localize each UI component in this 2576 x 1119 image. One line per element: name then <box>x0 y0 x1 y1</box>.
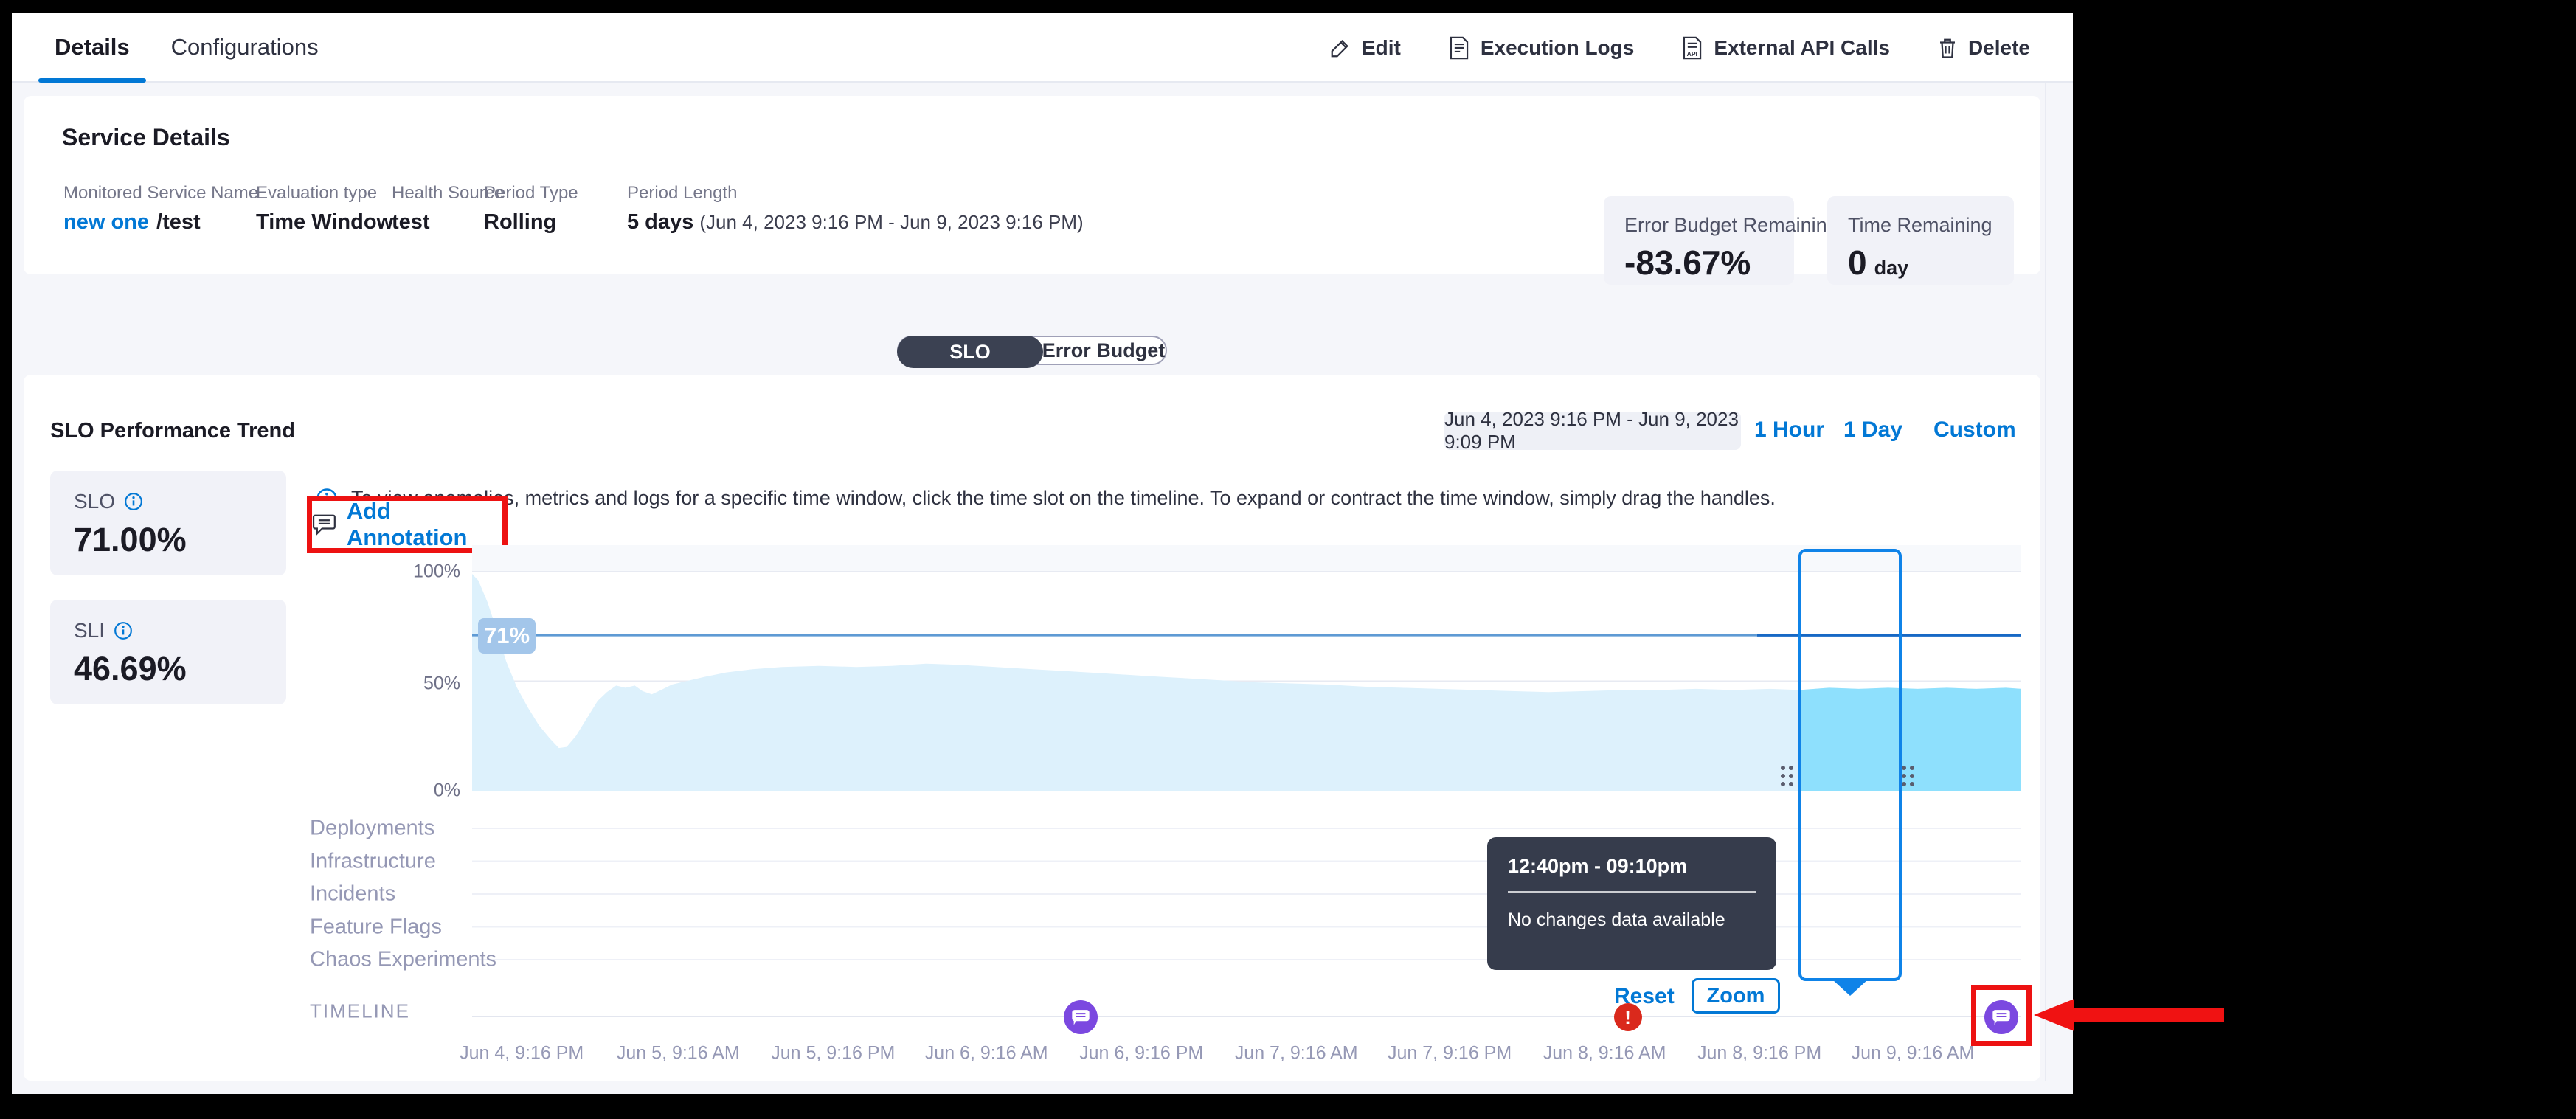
x-axis-tick: Jun 9, 9:16 AM <box>1852 1043 1975 1064</box>
field-evaluation-type: Evaluation type Time Window <box>256 183 393 235</box>
app-panel: Details Configurations Edit Execution Lo… <box>12 13 2073 1094</box>
changes-tooltip: 12:40pm - 09:10pm No changes data availa… <box>1487 837 1776 970</box>
tab-bar: Details Configurations Edit Execution Lo… <box>12 13 2073 83</box>
slo-performance-trend-card: SLO Performance Trend Jun 4, 2023 9:16 P… <box>24 375 2040 1081</box>
header-toolbar: Edit Execution Logs API External API Cal… <box>1329 13 2030 83</box>
time-remaining-box: Time Remaining 0day <box>1827 196 2014 285</box>
info-icon[interactable] <box>124 492 143 511</box>
slo-kpi-card: SLO 71.00% <box>50 471 286 575</box>
info-banner: To view anomalies, metrics and logs for … <box>316 487 1776 510</box>
x-axis-tick: Jun 7, 9:16 AM <box>1235 1043 1358 1064</box>
lane-label-infrastructure: Infrastructure <box>310 849 436 873</box>
monitored-service-link[interactable]: new one <box>63 210 149 234</box>
x-axis-tick: Jun 8, 9:16 PM <box>1697 1043 1821 1064</box>
tooltip-time-range: 12:40pm - 09:10pm <box>1508 855 1756 878</box>
target-value-badge: 71% <box>478 618 536 654</box>
red-pointer-arrow <box>2034 999 2224 1031</box>
service-details-title: Service Details <box>62 124 230 151</box>
lane-label-feature-flags: Feature Flags <box>310 915 442 939</box>
x-axis-tick: Jun 5, 9:16 AM <box>617 1043 740 1064</box>
speech-bubble-icon <box>312 512 336 537</box>
time-window-selection[interactable] <box>1798 549 1902 981</box>
trash-icon <box>1937 37 1958 59</box>
y-tick-0: 0% <box>434 780 460 802</box>
selection-right-handle[interactable] <box>1902 766 1917 789</box>
document-api-icon: API <box>1681 36 1703 60</box>
external-api-calls-button[interactable]: API External API Calls <box>1681 36 1890 60</box>
x-axis-tick: Jun 7, 9:16 PM <box>1388 1043 1512 1064</box>
x-axis-tick: Jun 8, 9:16 AM <box>1543 1043 1666 1064</box>
field-period-length: Period Length 5 days (Jun 4, 2023 9:16 P… <box>627 183 1084 235</box>
slo-errorbudget-toggle: SLO Error Budget <box>897 336 1167 365</box>
x-axis-tick: Jun 6, 9:16 PM <box>1079 1043 1203 1064</box>
execution-logs-button[interactable]: Execution Logs <box>1448 36 1634 60</box>
field-period-type: Period Type Rolling <box>484 183 578 235</box>
annotation-marker-highlight <box>1971 985 2032 1046</box>
info-icon[interactable] <box>114 621 133 640</box>
error-budget-remaining-box: Error Budget Remaining -83.67% <box>1604 196 1794 285</box>
selection-pointer <box>1832 980 1868 996</box>
svg-text:API: API <box>1687 50 1697 58</box>
zoom-button[interactable]: Zoom <box>1692 978 1780 1014</box>
x-axis-tick: Jun 6, 9:16 AM <box>925 1043 1048 1064</box>
tooltip-body: No changes data available <box>1508 910 1756 931</box>
toggle-option-slo[interactable]: SLO <box>897 336 1043 368</box>
y-tick-50: 50% <box>423 673 460 695</box>
annotation-marker-icon[interactable] <box>1064 1000 1098 1034</box>
lane-label-incidents: Incidents <box>310 882 395 907</box>
selection-left-handle[interactable] <box>1781 766 1796 789</box>
toggle-option-error-budget[interactable]: Error Budget <box>1042 337 1166 364</box>
lane-label-deployments: Deployments <box>310 817 434 841</box>
range-link-1hour[interactable]: 1 Hour <box>1754 418 1824 443</box>
tab-details[interactable]: Details <box>34 13 150 81</box>
tab-configurations[interactable]: Configurations <box>150 13 339 81</box>
timeline-label: TIMELINE <box>310 1000 410 1023</box>
range-link-custom[interactable]: Custom <box>1933 418 2016 443</box>
pencil-icon <box>1329 37 1351 59</box>
range-link-1day[interactable]: 1 Day <box>1843 418 1902 443</box>
document-icon <box>1448 36 1470 60</box>
trend-title: SLO Performance Trend <box>50 419 295 443</box>
edit-button[interactable]: Edit <box>1329 36 1401 60</box>
lane-label-chaos-experiments: Chaos Experiments <box>310 948 496 972</box>
date-range-chip[interactable]: Jun 4, 2023 9:16 PM - Jun 9, 2023 9:09 P… <box>1444 412 1741 450</box>
delete-button[interactable]: Delete <box>1937 36 2030 60</box>
sli-kpi-card: SLI 46.69% <box>50 600 286 704</box>
reset-button[interactable]: Reset <box>1614 984 1675 1009</box>
right-divider <box>2045 83 2046 1081</box>
x-axis-tick: Jun 4, 9:16 PM <box>460 1043 584 1064</box>
field-monitored-service-name: Monitored Service Name new one/test <box>63 183 258 235</box>
x-axis-tick: Jun 5, 9:16 PM <box>771 1043 895 1064</box>
slo-trend-chart[interactable] <box>472 545 2021 1069</box>
y-tick-100: 100% <box>413 561 460 583</box>
